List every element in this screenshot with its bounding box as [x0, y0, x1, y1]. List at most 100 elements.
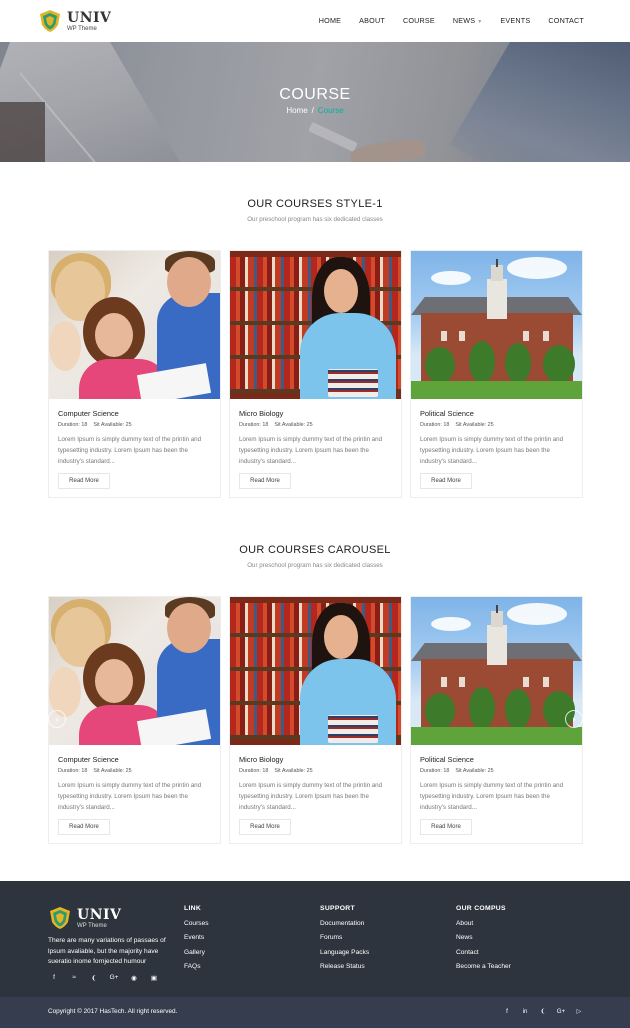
course-description: Lorem Ipsum is simply dummy text of the …: [239, 782, 383, 811]
nav-news[interactable]: NEWS ▼: [453, 16, 483, 25]
course-image-students[interactable]: [49, 597, 220, 745]
carousel-next-button[interactable]: ›: [565, 710, 583, 728]
facebook-icon[interactable]: f: [48, 974, 60, 982]
scene-shape: [441, 677, 447, 687]
course-meta: Duration: 18 Sit Available: 25: [58, 768, 132, 774]
footer-about-text: There are many variations of passaes of …: [48, 937, 166, 965]
facebook-icon[interactable]: f: [502, 1008, 512, 1015]
read-more-button[interactable]: Read More: [58, 473, 110, 489]
scene-shape: [324, 615, 358, 659]
footer-heading: SUPPORT: [320, 905, 355, 912]
scene-shape: [469, 341, 495, 383]
scene-shape: [411, 727, 582, 745]
logo-name: UNIV: [77, 906, 122, 923]
site-header: UNIV WP Theme HOME ABOUT COURSE NEWS ▼ EV…: [0, 0, 630, 42]
course-image-library[interactable]: [230, 251, 401, 399]
page-title: COURSE: [279, 86, 351, 103]
footer-link[interactable]: FAQs: [184, 963, 209, 970]
twitter-icon[interactable]: ❨: [88, 974, 100, 982]
course-description: Lorem Ipsum is simply dummy text of the …: [239, 436, 383, 465]
course-description: Lorem Ipsum is simply dummy text of the …: [58, 782, 202, 811]
footer-link[interactable]: Courses: [184, 920, 209, 927]
read-more-button[interactable]: Read More: [420, 473, 472, 489]
read-more-button[interactable]: Read More: [239, 819, 291, 835]
footer-col-compus: OUR COMPUS About News Contact Become a T…: [456, 905, 511, 970]
rss-icon[interactable]: ≈: [68, 974, 80, 982]
course-meta: Duration: 18 Sit Available: 25: [239, 768, 313, 774]
footer-heading: OUR COMPUS: [456, 905, 506, 912]
breadcrumb-current: Course: [317, 106, 344, 115]
course-title[interactable]: Political Science: [420, 755, 474, 764]
footer-link[interactable]: Gallery: [184, 949, 209, 956]
course-duration: Duration: 18: [58, 768, 88, 774]
scene-shape: [496, 259, 498, 267]
scene-shape: [543, 345, 575, 383]
footer-link[interactable]: News: [456, 934, 511, 941]
footer-link[interactable]: Events: [184, 934, 209, 941]
section-title-style1: OUR COURSES STYLE-1: [247, 198, 383, 210]
scene-shape: [505, 689, 531, 729]
scene-shape: [496, 605, 498, 613]
course-image-building[interactable]: [411, 251, 582, 399]
scene-shape: [491, 611, 503, 627]
course-image-library[interactable]: [230, 597, 401, 745]
course-title[interactable]: Micro Biology: [239, 409, 283, 418]
read-more-button[interactable]: Read More: [58, 819, 110, 835]
site-logo[interactable]: UNIV WP Theme: [38, 9, 111, 33]
footer-social: f ≈ ❨ G+ ◉ ▣: [48, 974, 168, 982]
carousel-card-political-science: Political Science Duration: 18 Sit Availa…: [410, 596, 583, 844]
scene-shape: [491, 265, 503, 281]
nav-events[interactable]: EVENTS: [500, 16, 530, 25]
pinterest-icon[interactable]: ◉: [128, 974, 140, 982]
scene-shape: [431, 271, 471, 285]
course-title[interactable]: Computer Science: [58, 755, 119, 764]
scene-shape: [328, 369, 378, 397]
course-title[interactable]: Political Science: [420, 409, 474, 418]
nav-home[interactable]: HOME: [319, 16, 341, 25]
footer-link[interactable]: Language Packs: [320, 949, 369, 956]
carousel-prev-button[interactable]: ‹: [48, 710, 66, 728]
nav-contact[interactable]: CONTACT: [548, 16, 584, 25]
scene-shape: [425, 693, 455, 729]
section-subtitle-carousel: Our preschool program has six dedicated …: [247, 562, 383, 569]
course-seats: Sit Available: 25: [93, 422, 132, 428]
nav-course[interactable]: COURSE: [403, 16, 435, 25]
course-title[interactable]: Micro Biology: [239, 755, 283, 764]
youtube-icon[interactable]: ▷: [574, 1008, 584, 1015]
read-more-button[interactable]: Read More: [239, 473, 291, 489]
footer-logo[interactable]: UNIV WP Theme: [48, 906, 121, 930]
chevron-down-icon: ▼: [477, 19, 483, 25]
course-title[interactable]: Computer Science: [58, 409, 119, 418]
scene-shape: [167, 257, 211, 307]
twitter-icon[interactable]: ❨: [538, 1008, 548, 1015]
footer-heading: LINK: [184, 905, 202, 912]
nav-about[interactable]: ABOUT: [359, 16, 385, 25]
course-description: Lorem Ipsum is simply dummy text of the …: [420, 436, 564, 465]
scene-shape: [425, 347, 455, 383]
course-duration: Duration: 18: [420, 768, 450, 774]
section-title-carousel: OUR COURSES CAROUSEL: [239, 544, 391, 556]
footer-col-link: LINK Courses Events Gallery FAQs: [184, 905, 209, 970]
footer-link[interactable]: Release Status: [320, 963, 369, 970]
footer-link[interactable]: Forums: [320, 934, 369, 941]
footer-link[interactable]: Documentation: [320, 920, 369, 927]
course-image-students[interactable]: [49, 251, 220, 399]
scene-shape: [543, 677, 549, 687]
footer-link[interactable]: Become a Teacher: [456, 963, 511, 970]
course-description: Lorem Ipsum is simply dummy text of the …: [420, 782, 564, 811]
chevron-right-icon: ›: [572, 714, 576, 724]
scene-shape: [523, 677, 529, 687]
scene-shape: [431, 617, 471, 631]
footer-link[interactable]: About: [456, 920, 511, 927]
scene-shape: [49, 321, 81, 371]
instagram-icon[interactable]: ▣: [148, 974, 160, 982]
breadcrumb-home[interactable]: Home: [286, 106, 307, 115]
course-image-building[interactable]: [411, 597, 582, 745]
linkedin-icon[interactable]: in: [520, 1008, 530, 1015]
google-plus-icon[interactable]: G+: [108, 974, 120, 982]
read-more-button[interactable]: Read More: [420, 819, 472, 835]
course-seats: Sit Available: 25: [274, 768, 313, 774]
google-plus-icon[interactable]: G+: [556, 1008, 566, 1015]
footer-link[interactable]: Contact: [456, 949, 511, 956]
course-duration: Duration: 18: [58, 422, 88, 428]
